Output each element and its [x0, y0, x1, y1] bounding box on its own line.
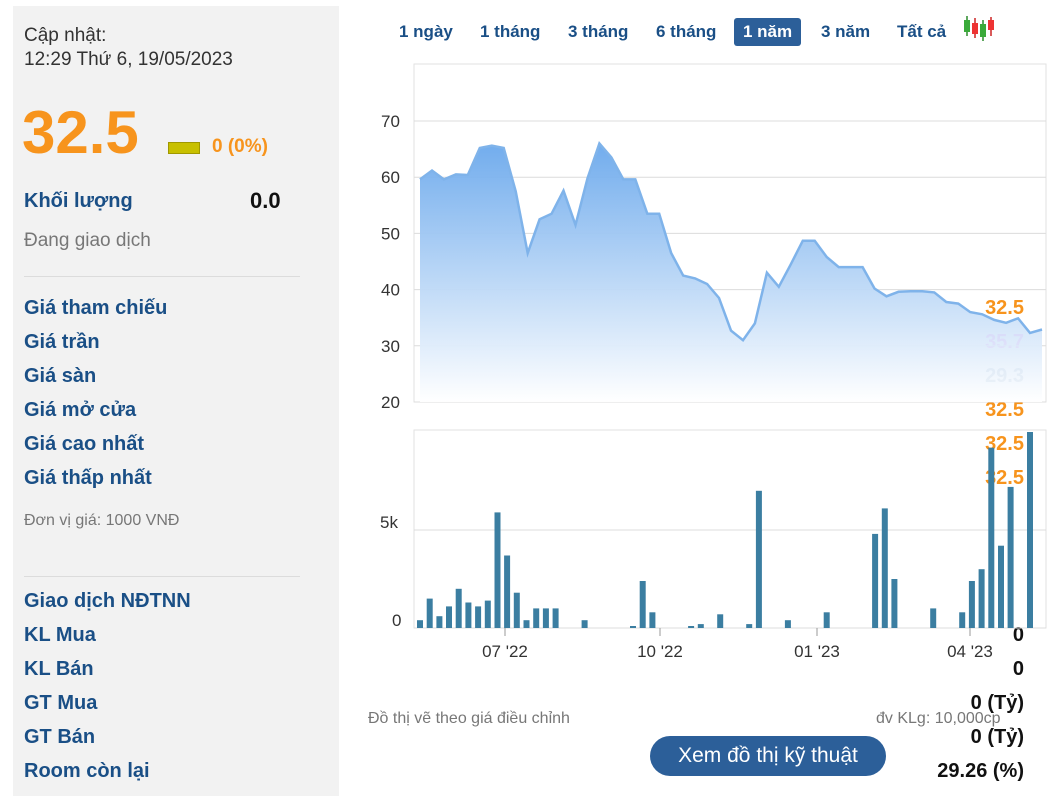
volume-bar: [968, 581, 975, 628]
volume-bar: [504, 555, 511, 628]
volume-bar: [630, 626, 636, 628]
x-tick-label: 01 '23: [794, 642, 840, 661]
x-tick-label: 04 '23: [947, 642, 993, 661]
volume-bar: [446, 606, 452, 628]
technical-chart-button[interactable]: Xem đồ thị kỹ thuật: [650, 736, 886, 776]
volume-bar: [688, 626, 695, 628]
volume-y-tick-label: 0: [392, 611, 401, 630]
volume-bar: [475, 606, 482, 628]
volume-bar: [455, 588, 462, 628]
volume-bar: [436, 616, 443, 628]
volume-bar: [494, 512, 501, 628]
volume-bar: [784, 620, 791, 628]
volume-bar: [872, 533, 879, 628]
volume-bar: [930, 608, 937, 628]
price-y-tick-label: 20: [381, 393, 400, 412]
volume-bar: [513, 592, 520, 628]
volume-bar: [639, 581, 646, 628]
adjusted-price-note: Đồ thị vẽ theo giá điều chỉnh: [368, 710, 570, 727]
volume-bar: [881, 508, 888, 628]
volume-bar: [533, 608, 540, 628]
volume-bar: [465, 602, 472, 628]
volume-bar: [697, 624, 704, 628]
volume-bar: [959, 612, 966, 628]
volume-bar: [649, 612, 656, 628]
price-y-tick-label: 30: [381, 337, 400, 356]
volume-bar: [523, 620, 530, 628]
volume-bar: [552, 608, 559, 628]
volume-bar: [484, 600, 491, 628]
price-y-tick-label: 60: [381, 168, 400, 187]
volume-y-tick-label: 5k: [380, 513, 398, 532]
price-y-tick-label: 70: [381, 112, 400, 131]
x-tick-label: 10 '22: [637, 642, 683, 661]
volume-bar: [891, 579, 898, 628]
stock-chart: 20 30 40 50 60 70 0 5k 07 '22 10 '22 01 '23 04 '23: [380, 63, 1047, 661]
price-y-tick-label: 50: [381, 224, 400, 243]
volume-bar: [823, 612, 830, 628]
volume-bar: [1007, 486, 1014, 628]
volume-bar: [978, 569, 985, 628]
volume-bar: [998, 545, 1004, 628]
volume-bar: [717, 614, 724, 628]
volume-bar: [542, 608, 549, 628]
volume-bar: [746, 624, 753, 628]
volume-bar: [581, 620, 588, 628]
volume-bar: [755, 490, 762, 628]
volume-bar: [426, 598, 433, 628]
volume-bar: [1027, 432, 1033, 628]
volume-unit-note: đv KLg: 10,000cp: [876, 710, 1001, 727]
price-y-tick-label: 40: [381, 281, 400, 300]
volume-bar: [988, 447, 995, 628]
x-tick-label: 07 '22: [482, 642, 528, 661]
volume-bar: [417, 620, 423, 628]
